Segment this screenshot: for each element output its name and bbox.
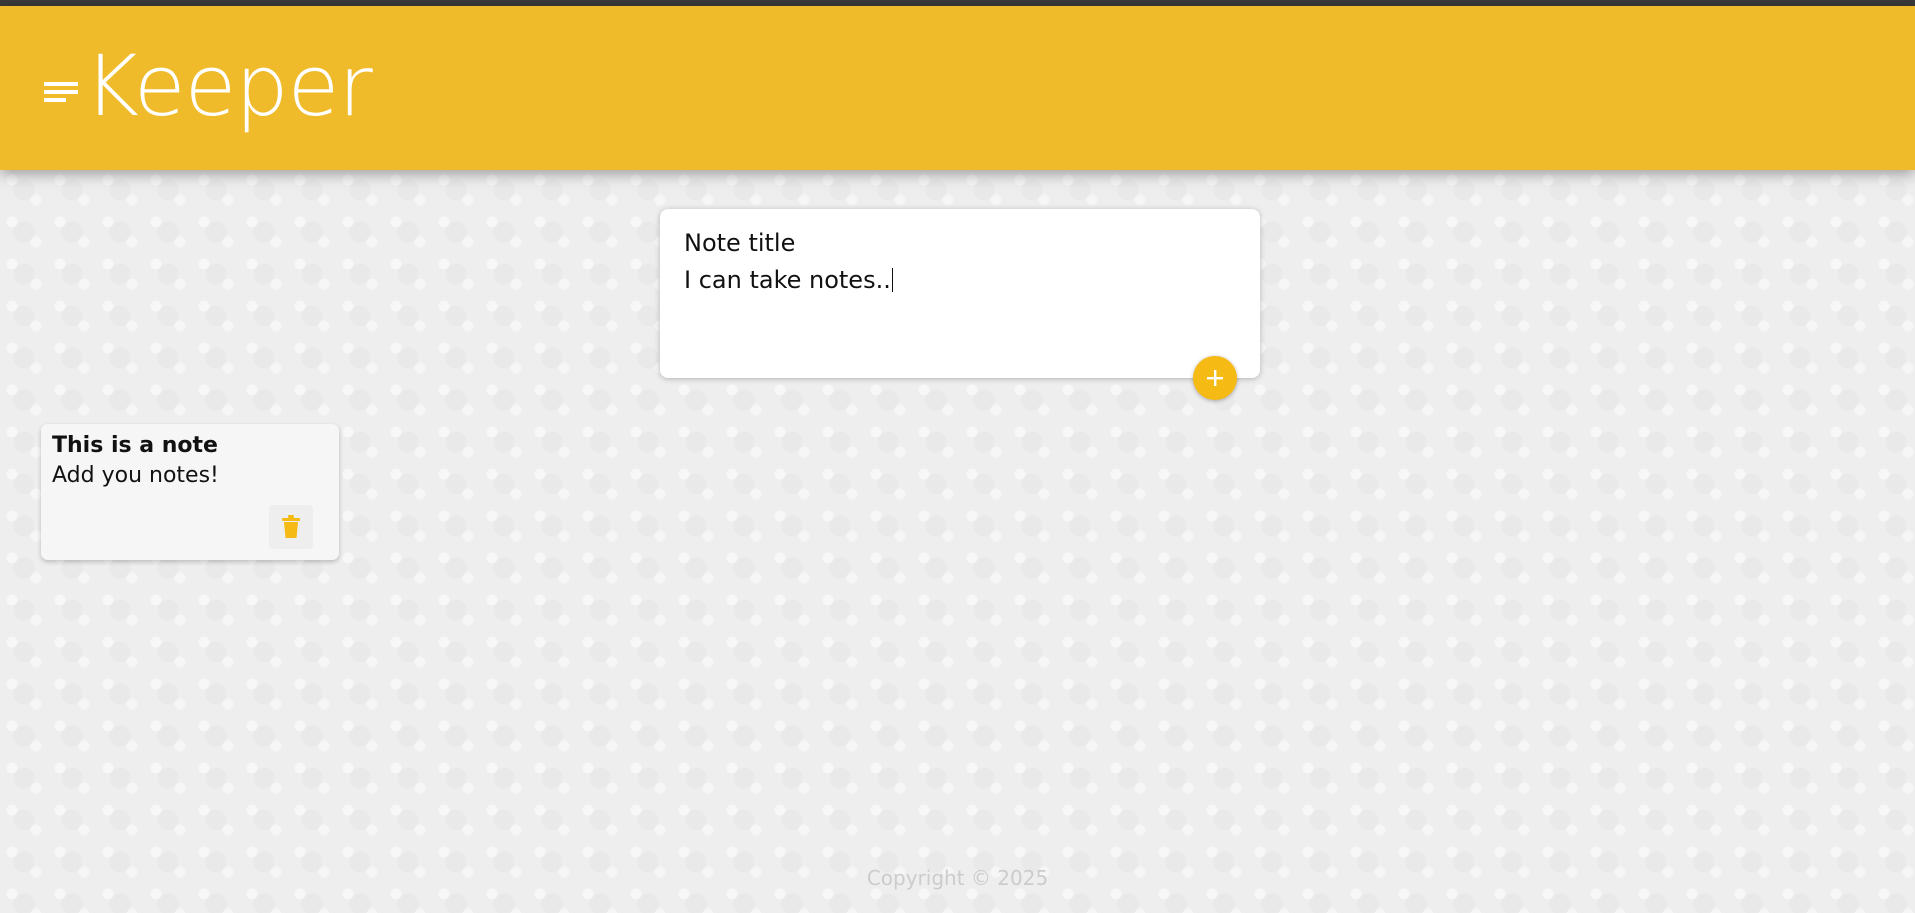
delete-note-button[interactable] (269, 505, 313, 549)
note-card: This is a note Add you notes! (41, 424, 339, 560)
note-title-input[interactable]: Note title (684, 229, 795, 257)
plus-icon (1207, 370, 1223, 386)
note-card-content: Add you notes! (52, 463, 219, 488)
add-note-button[interactable] (1193, 356, 1237, 400)
text-caret (891, 268, 893, 292)
note-card-title: This is a note (52, 433, 218, 458)
create-note-form: Note title I can take notes.. (660, 209, 1260, 378)
app-header: Keeper (0, 6, 1915, 170)
app-title: Keeper (84, 37, 373, 135)
copyright-text: Copyright © 2025 (866, 866, 1049, 890)
page-footer: Copyright © 2025 (0, 866, 1915, 890)
note-content-value: I can take notes.. (684, 266, 891, 294)
note-title-value: Note title (684, 229, 796, 257)
notes-lines-icon (44, 82, 78, 102)
app-logo: Keeper (44, 37, 373, 135)
note-content-textarea[interactable]: I can take notes.. (684, 266, 893, 294)
trash-icon (282, 515, 300, 538)
